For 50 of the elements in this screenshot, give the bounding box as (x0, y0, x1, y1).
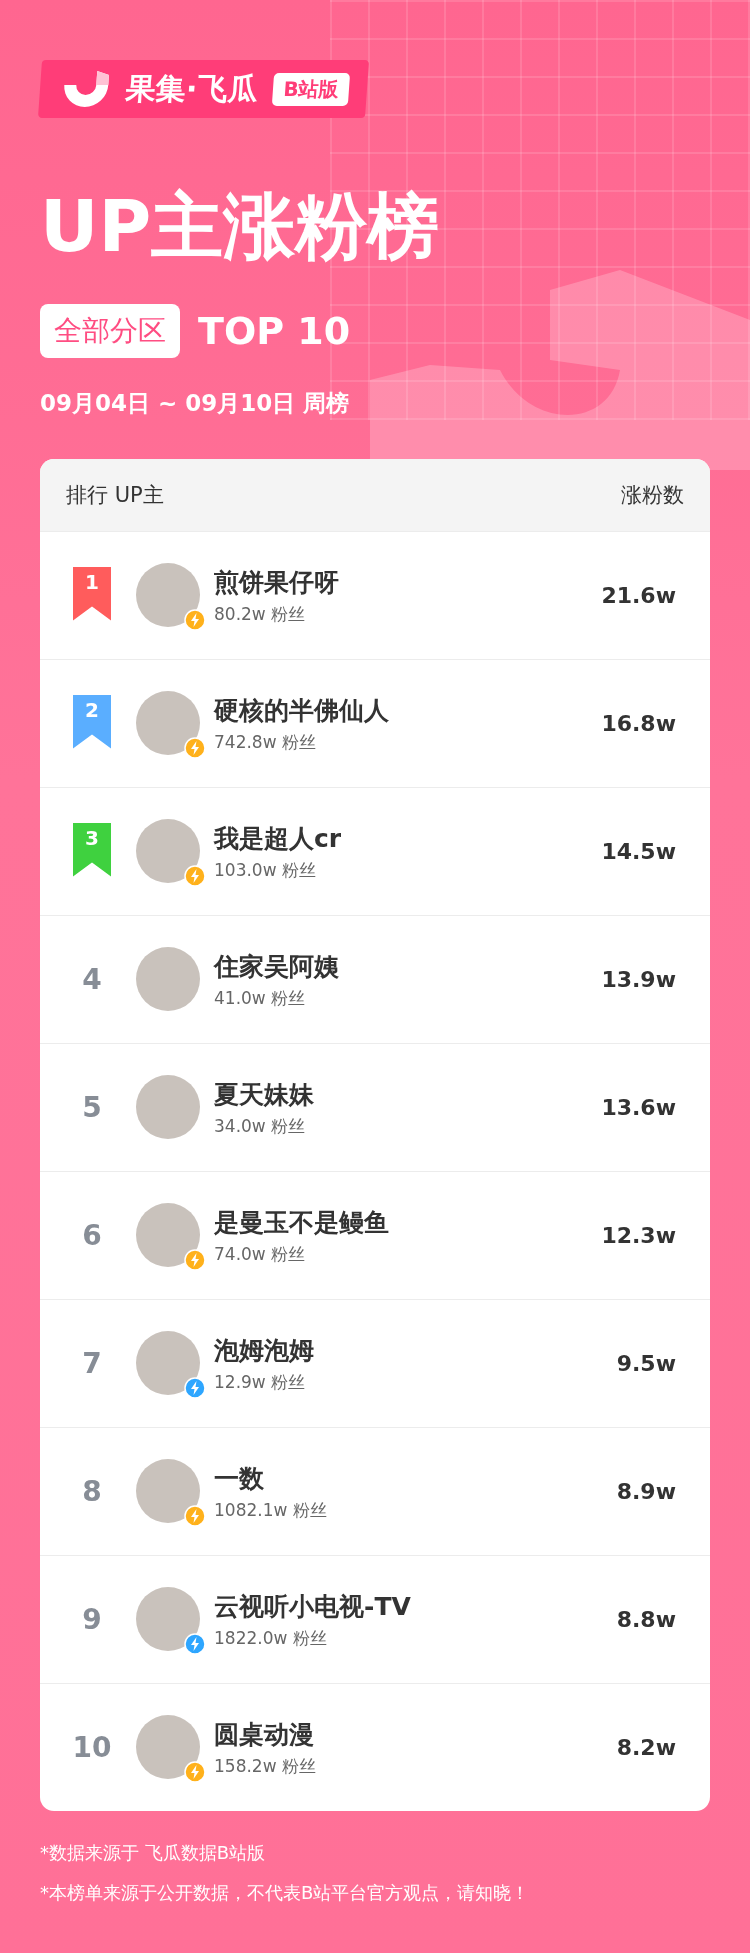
follower-count: 80.2w 粉丝 (214, 602, 307, 626)
uploader-name: 煎饼果仔呀 (214, 566, 340, 599)
rank-ribbon: 2 (73, 694, 111, 749)
uploader-name: 是曼玉不是鳗鱼 (214, 1206, 390, 1239)
uploader-name: 一数 (214, 1462, 265, 1495)
period-label: 09月04日 ~ 09月10日 周榜 (40, 389, 351, 418)
follower-count: 12.9w 粉丝 (214, 1370, 307, 1394)
rank-number: 9 (82, 1603, 102, 1636)
rank-number: 6 (82, 1219, 102, 1252)
follower-gain: 13.6w (601, 1095, 676, 1120)
uploader-name: 我是超人cr (214, 822, 343, 855)
column-header: 涨粉数 (621, 482, 684, 509)
category-tag: 全部分区 (40, 304, 180, 358)
follower-count: 742.8w 粉丝 (214, 730, 317, 754)
rank-ribbon: 1 (73, 566, 111, 621)
page-title: UP主涨粉榜 (40, 183, 441, 270)
follower-count: 34.0w 粉丝 (214, 1114, 307, 1138)
follower-count: 41.0w 粉丝 (214, 986, 307, 1010)
uploader-name: 硬核的半佛仙人 (214, 694, 390, 727)
uploader-name: 云视听小电视-TV (214, 1590, 412, 1623)
follower-gain: 21.6w (601, 583, 676, 608)
top-label: TOP 10 (198, 309, 351, 353)
follower-count: 74.0w 粉丝 (214, 1242, 307, 1266)
follower-count: 1822.0w 粉丝 (214, 1626, 328, 1650)
rank-number: 4 (82, 963, 102, 996)
rank-ribbon: 3 (73, 822, 111, 877)
follower-gain: 12.3w (601, 1223, 676, 1248)
follower-gain: 8.9w (616, 1479, 676, 1504)
follower-gain: 16.8w (601, 711, 676, 736)
brand-name: 果集·飞瓜 (124, 69, 259, 108)
uploader-name: 夏天妹妹 (214, 1078, 315, 1111)
follower-count: 1082.1w 粉丝 (214, 1498, 328, 1522)
uploader-name: 圆桌动漫 (214, 1718, 315, 1751)
follower-gain: 9.5w (616, 1351, 676, 1376)
edition-label: B站版 (272, 72, 350, 106)
follower-gain: 8.8w (616, 1607, 676, 1632)
follower-gain: 8.2w (616, 1735, 676, 1760)
follower-count: 103.0w 粉丝 (214, 858, 317, 882)
rank-number: 10 (72, 1731, 112, 1764)
rank-number: 8 (82, 1475, 102, 1508)
footnote: *本榜单来源于公开数据，不代表B站平台官方观点，请知晓！ (40, 1881, 531, 1905)
uploader-name: 住家吴阿姨 (214, 950, 340, 983)
uploader-name: 泡姆泡姆 (214, 1334, 315, 1367)
rank-number: 7 (82, 1347, 102, 1380)
follower-gain: 14.5w (601, 839, 676, 864)
follower-gain: 13.9w (601, 967, 676, 992)
column-header: 排行 UP主 (66, 482, 164, 509)
follower-count: 158.2w 粉丝 (214, 1754, 317, 1778)
footnote: *数据来源于 飞瓜数据B站版 (40, 1841, 267, 1865)
rank-number: 5 (82, 1091, 102, 1124)
